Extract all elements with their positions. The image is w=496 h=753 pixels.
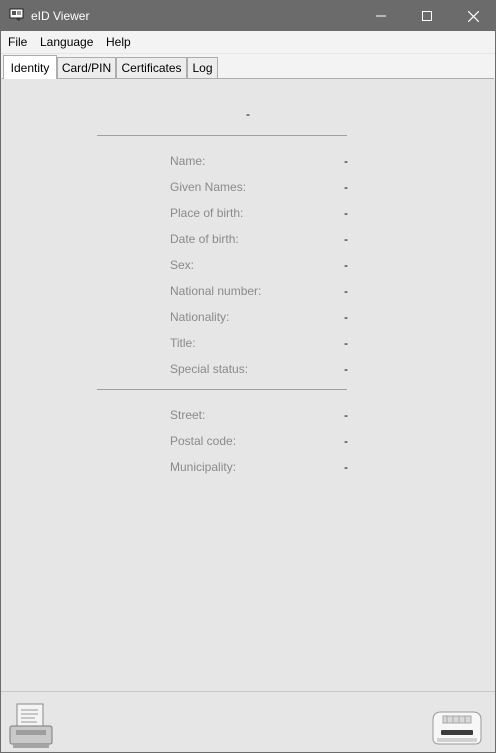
maximize-icon <box>422 11 432 21</box>
menu-help[interactable]: Help <box>106 35 131 49</box>
tab-card-pin[interactable]: Card/PIN <box>57 57 116 78</box>
name-label: Name: <box>170 154 206 168</box>
bottom-bar <box>1 691 495 752</box>
municipality-value: - <box>344 460 348 474</box>
tab-strip: Identity Card/PIN Certificates Log <box>1 54 495 79</box>
eid-card-icon <box>9 8 24 21</box>
place-of-birth-value: - <box>344 206 348 220</box>
given-names-label: Given Names: <box>170 180 247 194</box>
street-label: Street: <box>170 408 206 422</box>
divider <box>97 135 347 136</box>
place-of-birth-label: Place of birth: <box>170 206 244 220</box>
national-number-value: - <box>344 284 348 298</box>
name-value: - <box>344 154 348 168</box>
title-label: Title: <box>170 336 196 350</box>
postal-code-label: Postal code: <box>170 434 237 448</box>
identity-panel: - Name: - Given Names: - Place of birth:… <box>2 78 494 691</box>
menu-file[interactable]: File <box>8 35 27 49</box>
sex-label: Sex: <box>170 258 195 272</box>
close-icon <box>467 10 479 22</box>
close-button[interactable] <box>450 1 496 31</box>
special-status-value: - <box>344 362 348 376</box>
menu-language[interactable]: Language <box>40 35 93 49</box>
special-status-label: Special status: <box>170 362 249 376</box>
title-bar[interactable]: eID Viewer <box>1 1 495 31</box>
tab-identity[interactable]: Identity <box>3 55 57 79</box>
title-value: - <box>344 336 348 350</box>
municipality-label: Municipality: <box>170 460 237 474</box>
minimize-button[interactable] <box>358 1 404 31</box>
printer-icon[interactable] <box>7 702 55 750</box>
maximize-button[interactable] <box>404 1 450 31</box>
postal-code-value: - <box>344 434 348 448</box>
menu-bar: File Language Help <box>1 31 495 53</box>
eid-viewer-window: eID Viewer File Language Help Identity C… <box>0 0 496 753</box>
minimize-icon <box>376 15 386 17</box>
street-value: - <box>344 408 348 422</box>
tab-log[interactable]: Log <box>187 57 218 78</box>
sex-value: - <box>344 258 348 272</box>
card-reader-icon[interactable] <box>429 706 485 748</box>
holder-name-value: - <box>246 107 250 121</box>
date-of-birth-label: Date of birth: <box>170 232 239 246</box>
tab-certificates[interactable]: Certificates <box>116 57 187 78</box>
national-number-label: National number: <box>170 284 262 298</box>
nationality-value: - <box>344 310 348 324</box>
given-names-value: - <box>344 180 348 194</box>
date-of-birth-value: - <box>344 232 348 246</box>
divider <box>97 389 347 390</box>
nationality-label: Nationality: <box>170 310 230 324</box>
window-title: eID Viewer <box>31 9 90 23</box>
